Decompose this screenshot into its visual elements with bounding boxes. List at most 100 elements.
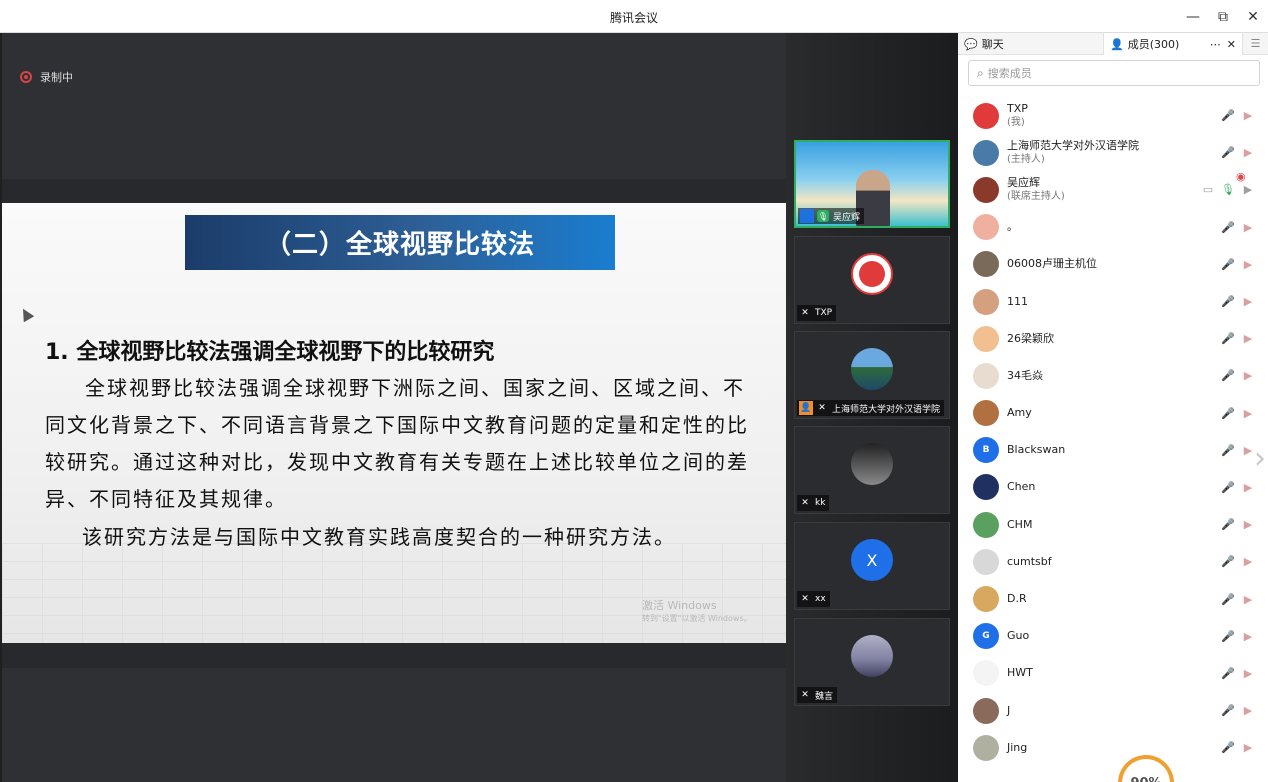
camera-off-icon[interactable]: ▶ bbox=[1238, 630, 1258, 643]
mic-muted-icon[interactable]: 🎤 bbox=[1218, 109, 1238, 122]
mic-muted-icon[interactable]: 🎤 bbox=[1218, 667, 1238, 680]
camera-off-icon[interactable]: ▶ bbox=[1238, 295, 1258, 308]
search-icon: ⌕ bbox=[977, 65, 984, 80]
camera-off-icon[interactable]: ▶ bbox=[1238, 221, 1258, 234]
camera-off-icon[interactable]: ▶ bbox=[1238, 183, 1258, 196]
member-row[interactable]: CHM 🎤 ▶ bbox=[958, 506, 1268, 543]
video-tile[interactable]: 👤 ✕ 上海师范大学对外汉语学院 bbox=[794, 331, 950, 419]
member-avatar bbox=[973, 697, 999, 724]
mic-muted-icon[interactable]: 🎤 bbox=[1218, 221, 1238, 234]
member-row[interactable]: 。 🎤 ▶ bbox=[958, 209, 1268, 246]
video-tile-label: ✕ xx bbox=[797, 591, 830, 607]
minimize-button[interactable]: — bbox=[1178, 0, 1208, 33]
member-row[interactable]: 06008卢珊主机位 🎤 ▶ bbox=[958, 246, 1268, 283]
member-name: D.R bbox=[1007, 592, 1027, 606]
tab-members[interactable]: 👤 成员(300) ⋯ ✕ bbox=[1103, 33, 1243, 55]
mic-muted-icon[interactable]: 🎤 bbox=[1218, 555, 1238, 568]
video-tile[interactable]: X ✕ xx bbox=[794, 522, 950, 610]
member-row[interactable]: Jing 🎤 ▶ bbox=[958, 729, 1268, 766]
member-row[interactable]: 上海师范大学对外汉语学院 (主持人) ◉ 🎤 ▶ bbox=[958, 134, 1268, 183]
video-tile[interactable]: ✕ TXP bbox=[794, 236, 950, 324]
member-avatar bbox=[973, 400, 999, 427]
member-row[interactable]: 34毛焱 🎤 ▶ bbox=[958, 357, 1268, 394]
restore-button[interactable]: ⧉ bbox=[1208, 0, 1238, 33]
recording-indicator[interactable]: 录制中 bbox=[20, 69, 73, 85]
close-panel-icon[interactable]: ✕ bbox=[1227, 38, 1236, 51]
mic-on-icon[interactable]: 🎙 bbox=[1218, 183, 1238, 196]
member-text: CHM bbox=[1007, 518, 1032, 532]
video-tile-label: 👤 ✕ 上海师范大学对外汉语学院 bbox=[797, 400, 945, 416]
member-avatar: G bbox=[973, 623, 999, 650]
member-row[interactable]: 26梁颖欣 🎤 ▶ bbox=[958, 320, 1268, 357]
mic-muted-icon[interactable]: 🎤 bbox=[1218, 630, 1238, 643]
member-row[interactable]: 吴应辉 (联席主持人) ▭ 🎙 ▶ bbox=[958, 171, 1268, 208]
member-row[interactable]: HWT 🎤 ▶ bbox=[958, 655, 1268, 692]
mic-muted-icon[interactable]: 🎤 bbox=[1218, 704, 1238, 717]
camera-off-icon[interactable]: ▶ bbox=[1238, 518, 1258, 531]
member-row[interactable]: Chen 🎤 ▶ bbox=[958, 469, 1268, 506]
mic-muted-icon[interactable]: 🎤 bbox=[1218, 741, 1238, 754]
member-name: 26梁颖欣 bbox=[1007, 331, 1054, 345]
member-row[interactable]: G Guo 🎤 ▶ bbox=[958, 618, 1268, 655]
member-row[interactable]: D.R 🎤 ▶ bbox=[958, 580, 1268, 617]
mic-muted-icon[interactable]: 🎤 bbox=[1218, 146, 1238, 159]
video-tile-label: ✕ TXP bbox=[797, 305, 837, 321]
camera-off-icon[interactable]: ▶ bbox=[1238, 146, 1258, 159]
avatar bbox=[851, 253, 893, 295]
camera-off-icon[interactable]: ▶ bbox=[1238, 481, 1258, 494]
close-button[interactable]: ✕ bbox=[1238, 0, 1268, 33]
member-row[interactable]: B Blackswan 🎤 ▶ bbox=[958, 432, 1268, 469]
mic-on-icon: 🎙 bbox=[817, 210, 829, 222]
video-tile-speaker[interactable]: 👤 🎙 吴应辉 bbox=[794, 140, 950, 228]
camera-off-icon[interactable]: ▶ bbox=[1238, 332, 1258, 345]
video-tile[interactable]: ✕ kk bbox=[794, 426, 950, 514]
member-row[interactable]: TXP (我) 🎤 ▶ bbox=[958, 97, 1268, 134]
mic-muted-icon[interactable]: 🎤 bbox=[1218, 258, 1238, 271]
mic-muted-icon[interactable]: 🎤 bbox=[1218, 407, 1238, 420]
camera-off-icon[interactable]: ▶ bbox=[1238, 704, 1258, 717]
shared-screen-stage: 录制中 （二）全球视野比较法 1. 全球视野比较法强调全球视野下的比较研究 全球… bbox=[2, 33, 786, 782]
stage-bottom-area bbox=[2, 668, 786, 782]
member-name: Chen bbox=[1007, 480, 1036, 494]
member-row[interactable]: cumtsbf 🎤 ▶ bbox=[958, 543, 1268, 580]
mouse-pointer-icon bbox=[17, 305, 35, 323]
member-avatar bbox=[973, 362, 999, 389]
activation-watermark: 激活 Windows 转到"设置"以激活 Windows。 bbox=[642, 599, 752, 625]
mic-muted-icon[interactable]: 🎤 bbox=[1218, 518, 1238, 531]
mic-muted-icon[interactable]: 🎤 bbox=[1218, 332, 1238, 345]
camera-off-icon[interactable]: ▶ bbox=[1238, 258, 1258, 271]
member-avatar bbox=[973, 102, 999, 129]
tab-chat[interactable]: 💬 聊天 bbox=[958, 33, 1103, 55]
member-name: 吴应辉 bbox=[1007, 175, 1040, 189]
member-search-input[interactable]: ⌕ 搜索成员 bbox=[968, 60, 1260, 86]
camera-off-icon[interactable]: ▶ bbox=[1238, 667, 1258, 680]
camera-off-icon[interactable]: ▶ bbox=[1238, 593, 1258, 606]
member-avatar bbox=[973, 214, 999, 241]
member-row[interactable]: Amy 🎤 ▶ bbox=[958, 395, 1268, 432]
more-icon[interactable]: ⋯ bbox=[1210, 38, 1221, 51]
member-avatar bbox=[973, 139, 999, 166]
member-row[interactable]: J 🎤 ▶ bbox=[958, 692, 1268, 729]
mic-muted-icon[interactable]: 🎤 bbox=[1218, 593, 1238, 606]
member-name: CHM bbox=[1007, 517, 1033, 531]
video-tile[interactable]: ✕ 魏言 bbox=[794, 618, 950, 706]
mic-muted-icon[interactable]: 🎤 bbox=[1218, 481, 1238, 494]
camera-off-icon[interactable]: ▶ bbox=[1238, 555, 1258, 568]
mic-muted-icon[interactable]: 🎤 bbox=[1218, 295, 1238, 308]
camera-off-icon[interactable]: ▶ bbox=[1238, 407, 1258, 420]
camera-off-icon[interactable]: ▶ bbox=[1238, 369, 1258, 382]
member-status-icons: 🎤 ▶ bbox=[1218, 246, 1258, 283]
mic-muted-icon[interactable]: 🎤 bbox=[1218, 369, 1238, 382]
panel-menu-icon[interactable]: ☰ bbox=[1243, 33, 1268, 54]
screen-share-icon: ▭ bbox=[1202, 183, 1214, 197]
stage-top-area: 录制中 bbox=[2, 33, 786, 179]
camera-off-icon[interactable]: ▶ bbox=[1238, 741, 1258, 754]
member-row[interactable]: 111 🎤 ▶ bbox=[958, 283, 1268, 320]
panel-tabs: 💬 聊天 👤 成员(300) ⋯ ✕ ☰ bbox=[958, 33, 1268, 55]
member-text: D.R bbox=[1007, 592, 1027, 606]
camera-off-icon[interactable]: ▶ bbox=[1238, 109, 1258, 122]
mic-muted-icon: ✕ bbox=[801, 498, 809, 508]
chevron-right-icon[interactable]: › bbox=[1254, 441, 1266, 476]
mic-muted-icon[interactable]: 🎤 bbox=[1218, 444, 1238, 457]
member-text: Guo bbox=[1007, 629, 1029, 643]
